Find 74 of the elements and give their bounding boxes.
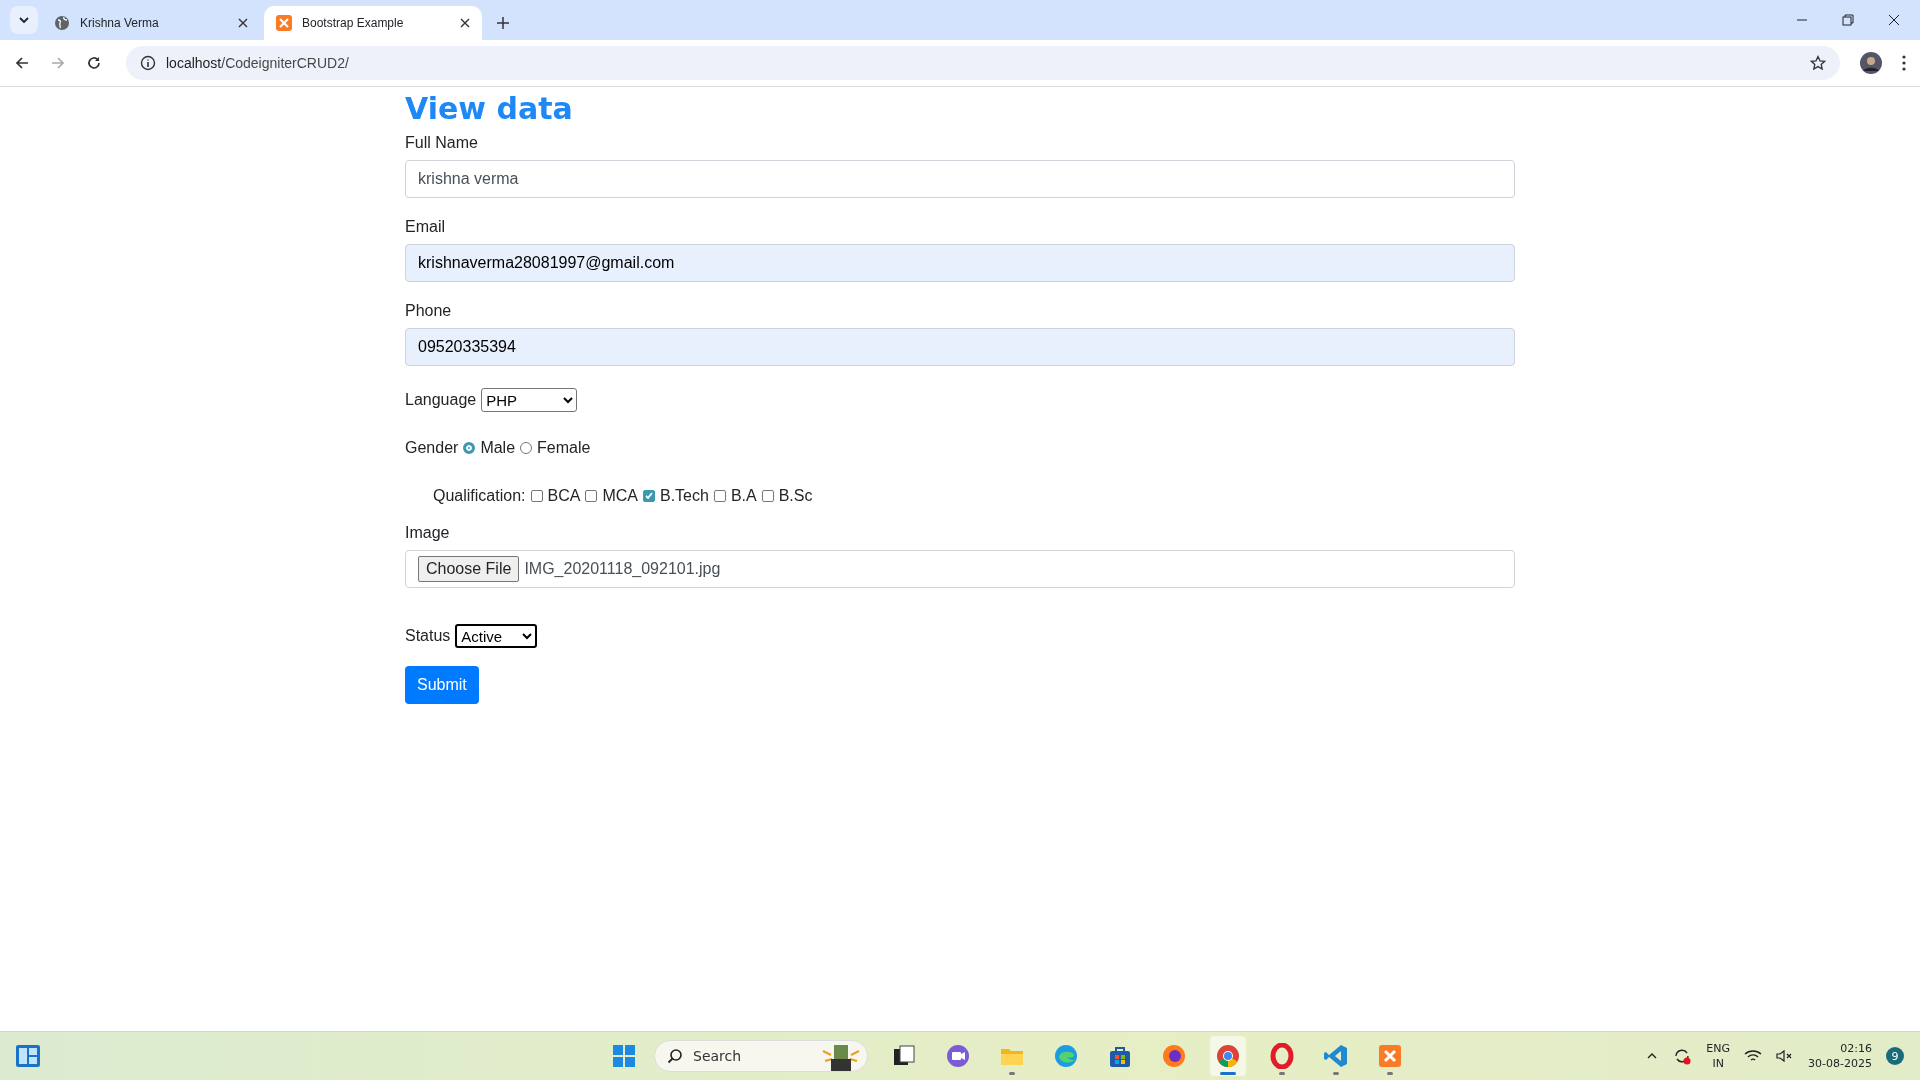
clock-date[interactable]: 30-08-2025 (1808, 1056, 1872, 1071)
ring-browser-icon[interactable] (1269, 1043, 1295, 1069)
field-label: Email (405, 218, 446, 236)
option-label: B.Tech (659, 487, 709, 505)
field-label: Status (405, 627, 451, 645)
checkbox[interactable] (530, 490, 543, 502)
globe-icon (54, 15, 70, 31)
search-icon (667, 1048, 683, 1064)
radio-button[interactable] (463, 442, 476, 454)
running-indicator (1009, 1072, 1015, 1075)
checkbox[interactable] (713, 490, 726, 502)
cross-logo-icon (276, 15, 292, 31)
close-icon[interactable] (1888, 14, 1900, 26)
close-icon[interactable] (238, 18, 248, 28)
field-label: Qualification: (433, 487, 526, 505)
option-label: B.Sc (778, 487, 813, 505)
search-field[interactable]: Search (654, 1040, 868, 1072)
wifi-icon[interactable] (1744, 1049, 1763, 1063)
input-field[interactable]: krishnaverma28081997@gmail.com (405, 244, 1515, 282)
chevron-down-icon (18, 14, 30, 26)
close-icon[interactable] (460, 18, 470, 28)
notification-count[interactable]: 9 (1886, 1047, 1904, 1065)
option-label: B.A (730, 487, 757, 505)
field-label: Language (405, 391, 477, 409)
file-name: IMG_20201118_092101.jpg (524, 560, 721, 578)
fox-browser-icon[interactable] (1161, 1043, 1187, 1069)
profile-avatar-icon[interactable] (1860, 52, 1882, 74)
running-indicator (1387, 1072, 1393, 1075)
url-text: localhost/CodeigniterCRUD2/ (166, 55, 350, 71)
search-placeholder: Search (693, 1048, 743, 1064)
checkbox[interactable] (761, 490, 774, 502)
input-field[interactable]: 09520335394 (405, 328, 1515, 366)
info-icon (140, 55, 156, 71)
cross-logo-icon[interactable] (1377, 1043, 1403, 1069)
option-label: Male (480, 439, 516, 457)
new-tab-icon[interactable] (496, 16, 510, 30)
choose-file-button[interactable]: Choose File (418, 556, 520, 582)
widgets-icon[interactable] (16, 1045, 40, 1067)
browser-tab[interactable]: Krishna Verma (42, 6, 260, 40)
submit-button[interactable]: Submit (405, 666, 479, 704)
tab-list-button[interactable] (10, 6, 38, 34)
browser-tab[interactable]: Bootstrap Example (264, 6, 482, 40)
input-language[interactable]: ENG (1706, 1041, 1731, 1056)
back-arrow-icon[interactable] (14, 55, 30, 71)
running-indicator (1279, 1072, 1285, 1075)
page-title: View data (405, 91, 574, 126)
running-indicator (1333, 1072, 1339, 1075)
option-label: BCA (547, 487, 581, 505)
chat-icon[interactable] (945, 1043, 971, 1069)
field-label: Gender (405, 439, 459, 457)
option-label: MCA (602, 487, 638, 505)
round-browser-icon[interactable] (1215, 1043, 1241, 1069)
tab-title: Krishna Verma (80, 16, 160, 30)
reload-icon[interactable] (86, 55, 102, 71)
address-bar[interactable]: localhost/CodeigniterCRUD2/ (126, 46, 1840, 80)
file-input[interactable]: Choose File IMG_20201118_092101.jpg (405, 550, 1515, 588)
status-dropdown[interactable]: Active (455, 624, 538, 648)
restore-icon[interactable] (1842, 14, 1854, 26)
field-label: Image (405, 524, 451, 542)
option-label: Female (537, 439, 591, 457)
checkbox[interactable] (585, 490, 598, 502)
checkbox[interactable] (642, 490, 655, 502)
start-icon[interactable] (612, 1044, 636, 1068)
clock-time[interactable]: 02:16 (1840, 1041, 1872, 1056)
input-field[interactable]: krishna verma (405, 160, 1515, 198)
tab-title: Bootstrap Example (302, 16, 405, 30)
input-region[interactable]: IN (1712, 1056, 1724, 1071)
code-editor-icon[interactable] (1323, 1043, 1349, 1069)
language-dropdown[interactable]: PHP (481, 388, 578, 412)
running-indicator (1220, 1072, 1236, 1075)
field-label: Full Name (405, 134, 479, 152)
field-label: Phone (405, 302, 453, 320)
bookmark-star-icon[interactable] (1810, 55, 1826, 71)
menu-dots-icon[interactable] (1902, 55, 1906, 71)
